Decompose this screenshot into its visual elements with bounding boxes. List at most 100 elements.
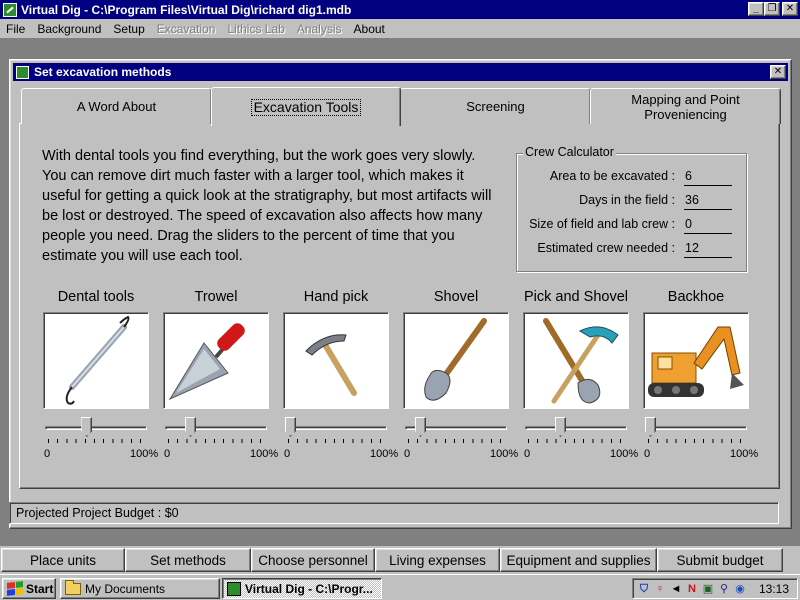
menu-analysis[interactable]: Analysis [291,22,348,36]
window-title: Virtual Dig - C:\Program Files\Virtual D… [21,2,352,17]
slider-thumb[interactable] [185,417,197,437]
crew-value-crew-size: 0 [684,217,732,234]
app-icon[interactable] [3,2,17,17]
start-button[interactable]: Start [2,578,56,599]
menu-lithics-lab[interactable]: Lithics Lab [221,22,290,36]
clock[interactable]: 13:13 [759,582,797,596]
crew-value-area: 6 [684,169,732,186]
taskbar-button-label: Virtual Dig - C:\Progr... [245,581,373,596]
tool-label-pick-and-shovel: Pick and Shovel [524,289,628,305]
tab-excavation-tools[interactable]: Excavation Tools [211,87,401,126]
dialog-title: Set excavation methods [34,65,172,79]
crew-row-estimated: Estimated crew needed : 12 [517,239,748,259]
menu-background[interactable]: Background [31,22,107,36]
menu-excavation[interactable]: Excavation [151,22,222,36]
slider-min-label: 0 [404,448,411,460]
taskbar-virtual-dig[interactable]: Virtual Dig - C:\Progr... [222,578,382,599]
close-button[interactable]: ✕ [782,2,798,16]
crew-row-crew-size: Size of field and lab crew : 0 [517,215,748,235]
trowel-picture [163,312,269,409]
menu-file[interactable]: File [0,22,31,36]
dental-tool-picture [43,312,149,409]
crew-label-area: Area to be excavated : [549,169,675,183]
search-icon[interactable]: ⚲ [717,582,731,596]
slider-max-label: 100% [130,448,159,460]
windows-logo-icon [7,581,23,596]
equipment-and-supplies-button[interactable]: Equipment and supplies [500,548,657,572]
place-units-button[interactable]: Place units [1,548,125,572]
projected-budget: Projected Project Budget : $0 [9,502,779,524]
crew-label-crew-size: Size of field and lab crew : [529,217,675,231]
living-expenses-button[interactable]: Living expenses [375,548,500,572]
slider-thumb[interactable] [285,417,296,437]
slider-max-label: 100% [250,448,279,460]
crew-label-days: Days in the field : [579,193,675,207]
tab-a-word-about[interactable]: A Word About [21,88,212,124]
menu-setup[interactable]: Setup [107,22,150,36]
slider-backhoe[interactable] [643,414,749,444]
slider-track[interactable] [45,426,147,430]
slider-thumb[interactable] [645,417,656,437]
dialog-icon [16,65,29,79]
slider-thumb[interactable] [415,417,426,437]
tool-label-dental-tools: Dental tools [57,289,135,305]
speaker-icon[interactable]: ◄ [669,582,683,596]
menu-about[interactable]: About [348,22,391,36]
window-title-bar[interactable]: Virtual Dig - C:\Program Files\Virtual D… [0,0,800,19]
intro-text: With dental tools you find everything, b… [42,148,492,264]
slider-dental-tools[interactable] [43,414,149,444]
hand-pick-picture [283,312,389,409]
slider-track[interactable] [525,426,627,430]
slider-thumb[interactable] [555,417,567,437]
slider-thumb[interactable] [81,417,93,437]
folder-icon [65,579,81,595]
slider-track[interactable] [645,426,747,430]
tab-label: Excavation Tools [250,98,362,116]
slider-track[interactable] [165,426,267,430]
slider-min-label: 0 [524,448,531,460]
slider-ticks [168,439,264,443]
tab-mapping-and-point-proveniencing[interactable]: Mapping and Point Proveniencing [590,88,781,124]
slider-ticks [408,439,504,443]
slider-trowel[interactable] [163,414,269,444]
shovel-picture [403,312,509,409]
slider-max-label: 100% [610,448,639,460]
set-methods-button[interactable]: Set methods [125,548,251,572]
pick-and-shovel-picture [523,312,629,409]
slider-ticks [648,439,744,443]
taskbar: Start My Documents Virtual Dig - C:\Prog… [0,574,800,600]
shield-icon[interactable]: ⛉ [637,582,651,596]
eye-icon[interactable]: ◉ [733,582,747,596]
taskbar-my-documents[interactable]: My Documents [60,578,220,599]
slider-min-label: 0 [164,448,171,460]
n-icon[interactable]: N [685,582,699,596]
slider-pick-and-shovel[interactable] [523,414,629,444]
slider-hand-pick[interactable] [283,414,389,444]
submit-budget-button[interactable]: Submit budget [657,548,783,572]
hand-pick-icon [305,334,357,396]
slider-ticks [48,439,144,443]
pick-and-shovel-icon [543,318,619,404]
virtual-dig-icon [227,581,241,596]
slider-track[interactable] [285,426,387,430]
dialog-title-bar[interactable]: Set excavation methods ✕ [13,63,788,81]
dialog-close-button[interactable]: ✕ [770,65,786,79]
crew-row-area: Area to be excavated : 6 [517,167,748,187]
maximize-button[interactable]: ❐ [764,2,780,16]
backhoe-icon [648,326,744,397]
crew-value-estimated: 12 [684,241,732,258]
tool-label-hand-pick: Hand pick [303,289,369,305]
minimize-button[interactable]: _ [748,2,764,16]
slider-max-label: 100% [370,448,399,460]
system-tray: ⛉ ♀ ◄ N ▣ ⚲ ◉ 13:13 [632,578,798,599]
pin-icon[interactable]: ♀ [653,582,667,596]
slider-ticks [288,439,384,443]
tool-label-shovel: Shovel [433,289,479,305]
network-icon[interactable]: ▣ [701,582,715,596]
tab-screening[interactable]: Screening [400,88,591,124]
tool-label-backhoe: Backhoe [667,289,725,305]
slider-ticks [528,439,624,443]
slider-min-label: 0 [44,448,51,460]
choose-personnel-button[interactable]: Choose personnel [251,548,375,572]
slider-shovel[interactable] [403,414,509,444]
